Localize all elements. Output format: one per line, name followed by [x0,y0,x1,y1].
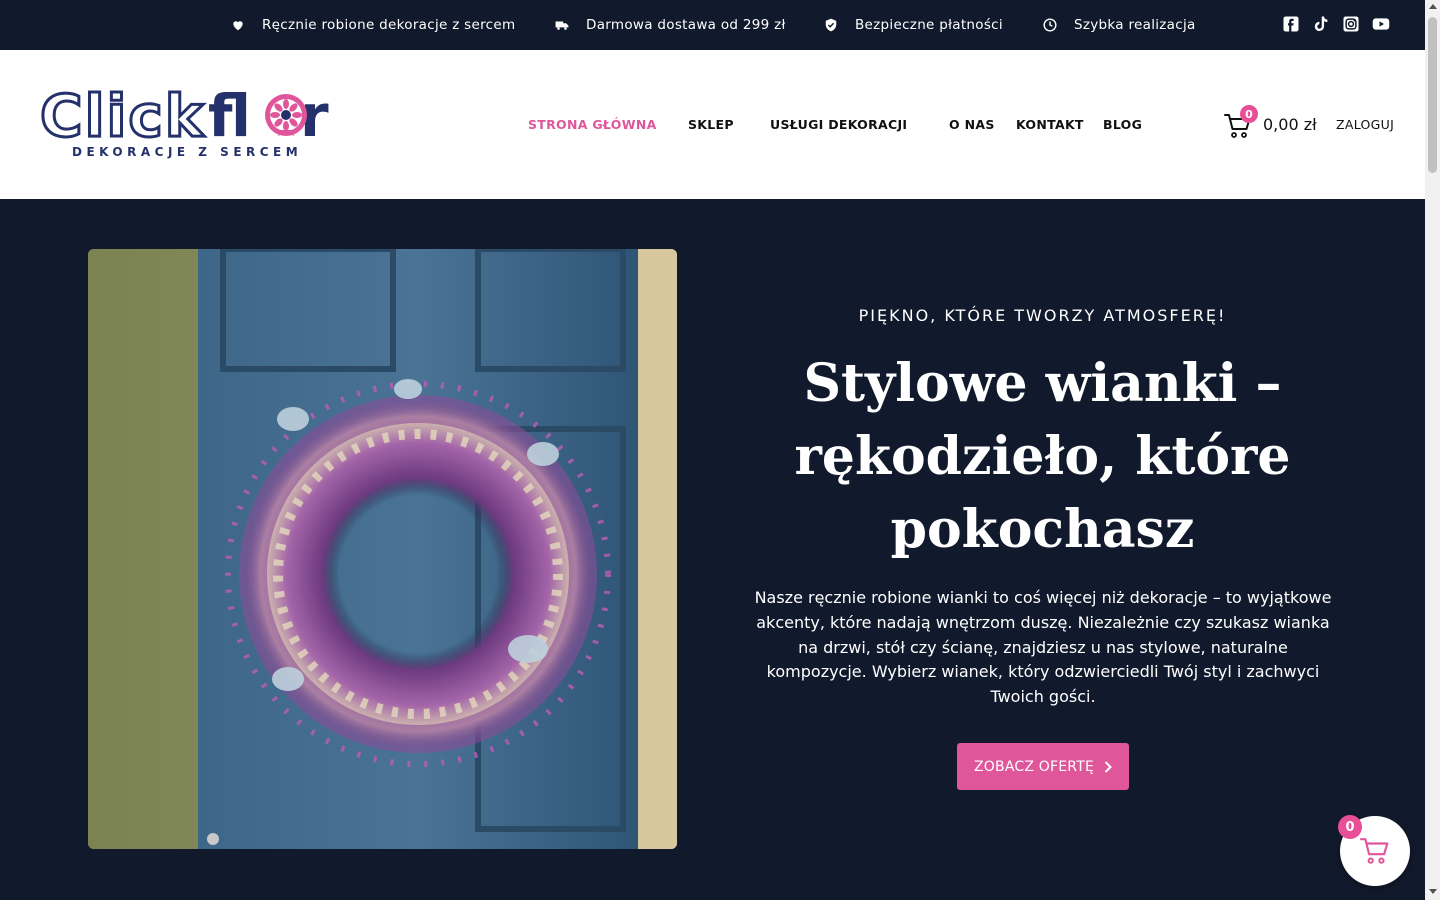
topbar-item-payments: Bezpieczne płatności [824,0,1003,50]
login-link[interactable]: ZALOGUJ [1336,50,1394,199]
cart-count-badge: 0 [1240,105,1258,123]
flower-logo-icon [265,94,307,136]
topbar-text: Bezpieczne płatności [855,17,1003,33]
topbar-item-handmade: Ręcznie robione dekoracje z sercem [231,0,515,50]
clock-icon [1043,18,1057,32]
chevron-right-icon [1104,760,1112,773]
tiktok-icon[interactable] [1312,15,1330,33]
hero-eyebrow: PIĘKNO, KTÓRE TWORZY ATMOSFERĘ! [858,306,1227,325]
scrollbar-thumb[interactable] [1428,17,1437,173]
floating-cart-badge: 0 [1338,815,1362,839]
hero-description: Nasze ręcznie robione wianki to coś więc… [754,588,1332,707]
nav-item-contact[interactable]: KONTAKT [1016,50,1084,199]
cart-total[interactable]: 0,00 zł [1263,50,1317,199]
logo-tagline: DEKORACJE Z SERCEM [72,145,303,159]
see-offer-button[interactable]: ZOBACZ OFERTĘ [957,743,1129,790]
nav-item-about[interactable]: O NAS [949,50,995,199]
nav-item-services[interactable]: USŁUGI DEKORACJI [770,50,907,199]
truck-icon [555,21,569,30]
nav-item-home[interactable]: STRONA GŁÓWNA [528,50,657,199]
topbar-text: Szybka realizacja [1074,17,1196,33]
nav-item-shop[interactable]: SKLEP [688,50,734,199]
topbar-item-fast: Szybka realizacja [1043,0,1196,50]
topbar-text: Darmowa dostawa od 299 zł [586,17,786,33]
hero-section: PIĘKNO, KTÓRE TWORZY ATMOSFERĘ! Stylowe … [0,199,1425,900]
hero-title: Stylowe wianki – rękodzieło, które pokoc… [794,353,1291,560]
logo-word-click: Click [38,82,206,150]
scroll-down-arrow[interactable] [1429,889,1437,894]
top-info-bar: Ręcznie robione dekoracje z sercem Darmo… [0,0,1425,50]
youtube-icon[interactable] [1372,15,1390,33]
page-scrollbar[interactable] [1425,0,1440,900]
site-header: Click fl r DEKORACJE Z SERCEM STRONA GŁÓW… [0,50,1425,199]
site-logo[interactable]: Click fl r DEKORACJE Z SERCEM [38,82,338,162]
facebook-icon[interactable] [1282,15,1300,33]
instagram-icon[interactable] [1342,15,1360,33]
cart-icon [1360,838,1389,864]
wreath-on-door-image [88,249,677,849]
nav-item-blog[interactable]: BLOG [1103,50,1142,199]
scroll-up-arrow[interactable] [1429,4,1437,9]
see-offer-label: ZOBACZ OFERTĘ [974,758,1094,775]
heart-icon [233,21,243,31]
topbar-item-delivery: Darmowa dostawa od 299 zł [555,0,786,50]
topbar-text: Ręcznie robione dekoracje z sercem [262,17,516,33]
shield-check-icon [825,18,837,32]
